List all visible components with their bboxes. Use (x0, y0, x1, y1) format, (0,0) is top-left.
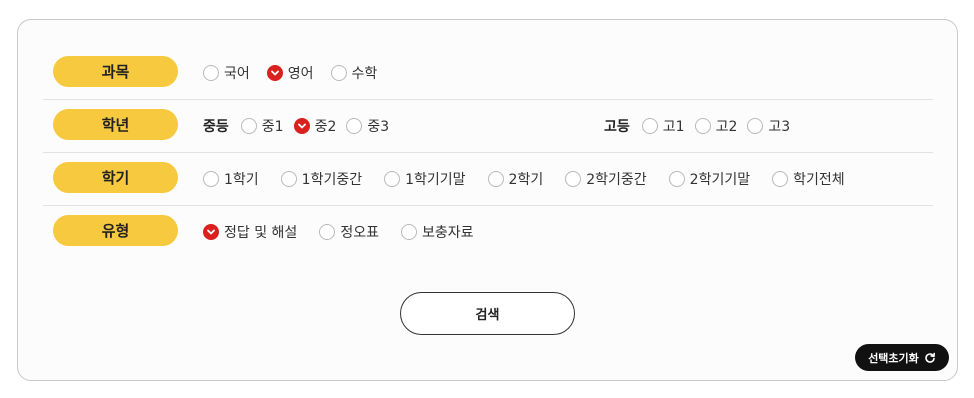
option-label: 국어 (224, 65, 250, 82)
option-label: 중2 (314, 118, 337, 135)
type-option-supplement[interactable]: 보충자료 (400, 222, 474, 242)
radio-icon[interactable] (487, 170, 504, 187)
option-label: 2학기기말 (689, 171, 751, 188)
radio-icon[interactable] (641, 117, 658, 134)
radio-icon[interactable] (280, 170, 297, 187)
grade-option-high-2[interactable]: 고2 (694, 116, 738, 136)
option-label: 1학기중간 (301, 171, 363, 188)
subject-option-english[interactable]: 영어 (266, 63, 314, 83)
option-label: 고3 (768, 118, 791, 135)
radio-icon[interactable] (384, 170, 401, 187)
semester-option-all[interactable]: 학기전체 (772, 169, 845, 189)
radio-icon[interactable] (668, 170, 685, 187)
semester-option-1-final[interactable]: 1학기기말 (384, 169, 466, 189)
subject-option-korean[interactable]: 국어 (203, 63, 250, 83)
filter-row-subject: 과목 국어 영어 수학 (18, 46, 957, 99)
type-label-pill: 유형 (53, 215, 178, 246)
radio-icon[interactable] (203, 170, 219, 187)
radio-icon[interactable] (319, 223, 336, 240)
radio-icon[interactable] (565, 170, 582, 187)
search-button[interactable]: 검색 (400, 292, 575, 335)
option-label: 1학기 (224, 171, 259, 188)
option-label: 중1 (261, 118, 284, 135)
reset-label: 선택초기화 (868, 351, 919, 365)
radio-icon[interactable] (203, 64, 219, 81)
option-label: 고2 (715, 118, 738, 135)
grade-option-high-1[interactable]: 고1 (641, 116, 685, 136)
option-label: 중3 (367, 118, 390, 135)
option-label: 정오표 (340, 224, 379, 241)
semester-option-1-mid[interactable]: 1학기중간 (280, 169, 363, 189)
semester-label-pill: 학기 (53, 162, 178, 193)
semester-options: 1학기 1학기중간 1학기기말 2학기 2학기중간 2학기기말 학기전체 (203, 152, 845, 205)
subject-option-math[interactable]: 수학 (330, 63, 378, 83)
radio-icon[interactable] (330, 64, 347, 81)
type-option-errata[interactable]: 정오표 (319, 222, 379, 242)
semester-option-2-final[interactable]: 2학기기말 (668, 169, 751, 189)
option-label: 1학기기말 (405, 171, 466, 188)
option-label: 보충자료 (421, 224, 474, 241)
reset-selection-button[interactable]: 선택초기화 (855, 344, 949, 371)
grade-option-middle-1[interactable]: 중1 (240, 116, 284, 136)
grade-middle-options: 중등 중1 중2 중3 (203, 99, 411, 152)
grade-label-pill: 학년 (53, 109, 178, 140)
radio-icon[interactable] (240, 117, 257, 134)
subject-label-pill: 과목 (53, 56, 178, 87)
type-options: 정답 및 해설 정오표 보충자료 (203, 205, 495, 258)
semester-option-2[interactable]: 2학기 (487, 169, 544, 189)
grade-option-middle-2[interactable]: 중2 (293, 116, 337, 136)
option-label: 2학기 (508, 171, 544, 188)
filter-row-type: 유형 정답 및 해설 정오표 보충자료 (18, 205, 957, 258)
radio-icon[interactable] (772, 170, 789, 187)
type-option-answers[interactable]: 정답 및 해설 (203, 222, 297, 242)
radio-icon[interactable] (346, 117, 363, 134)
semester-option-2-mid[interactable]: 2학기중간 (565, 169, 647, 189)
grade-option-middle-3[interactable]: 중3 (346, 116, 389, 136)
filter-row-semester: 학기 1학기 1학기중간 1학기기말 2학기 2학기중간 2학기기말 학기전체 (18, 152, 957, 205)
radio-checked-icon[interactable] (293, 117, 310, 134)
radio-icon[interactable] (400, 223, 417, 240)
semester-option-1[interactable]: 1학기 (203, 169, 259, 189)
middle-school-label: 중등 (203, 118, 229, 135)
option-label: 고1 (662, 118, 685, 135)
filter-row-grade: 학년 중등 중1 중2 중3 고등 고1 고2 고3 (18, 99, 957, 152)
filter-panel: 과목 국어 영어 수학 학년 중등 중1 중2 중3 고등 고1 고2 고3 학… (17, 19, 958, 381)
option-label: 수학 (351, 65, 378, 82)
option-label: 정답 및 해설 (224, 224, 298, 241)
option-label: 학기전체 (793, 171, 845, 188)
radio-icon[interactable] (747, 117, 764, 134)
high-school-label: 고등 (604, 118, 630, 135)
grade-high-options: 고등 고1 고2 고3 (604, 99, 812, 152)
subject-options: 국어 영어 수학 (203, 46, 399, 99)
grade-option-high-3[interactable]: 고3 (747, 116, 790, 136)
radio-checked-icon[interactable] (203, 223, 219, 240)
option-label: 영어 (287, 65, 314, 82)
refresh-icon (925, 352, 935, 363)
option-label: 2학기중간 (586, 171, 647, 188)
radio-checked-icon[interactable] (266, 64, 283, 81)
radio-icon[interactable] (694, 117, 711, 134)
